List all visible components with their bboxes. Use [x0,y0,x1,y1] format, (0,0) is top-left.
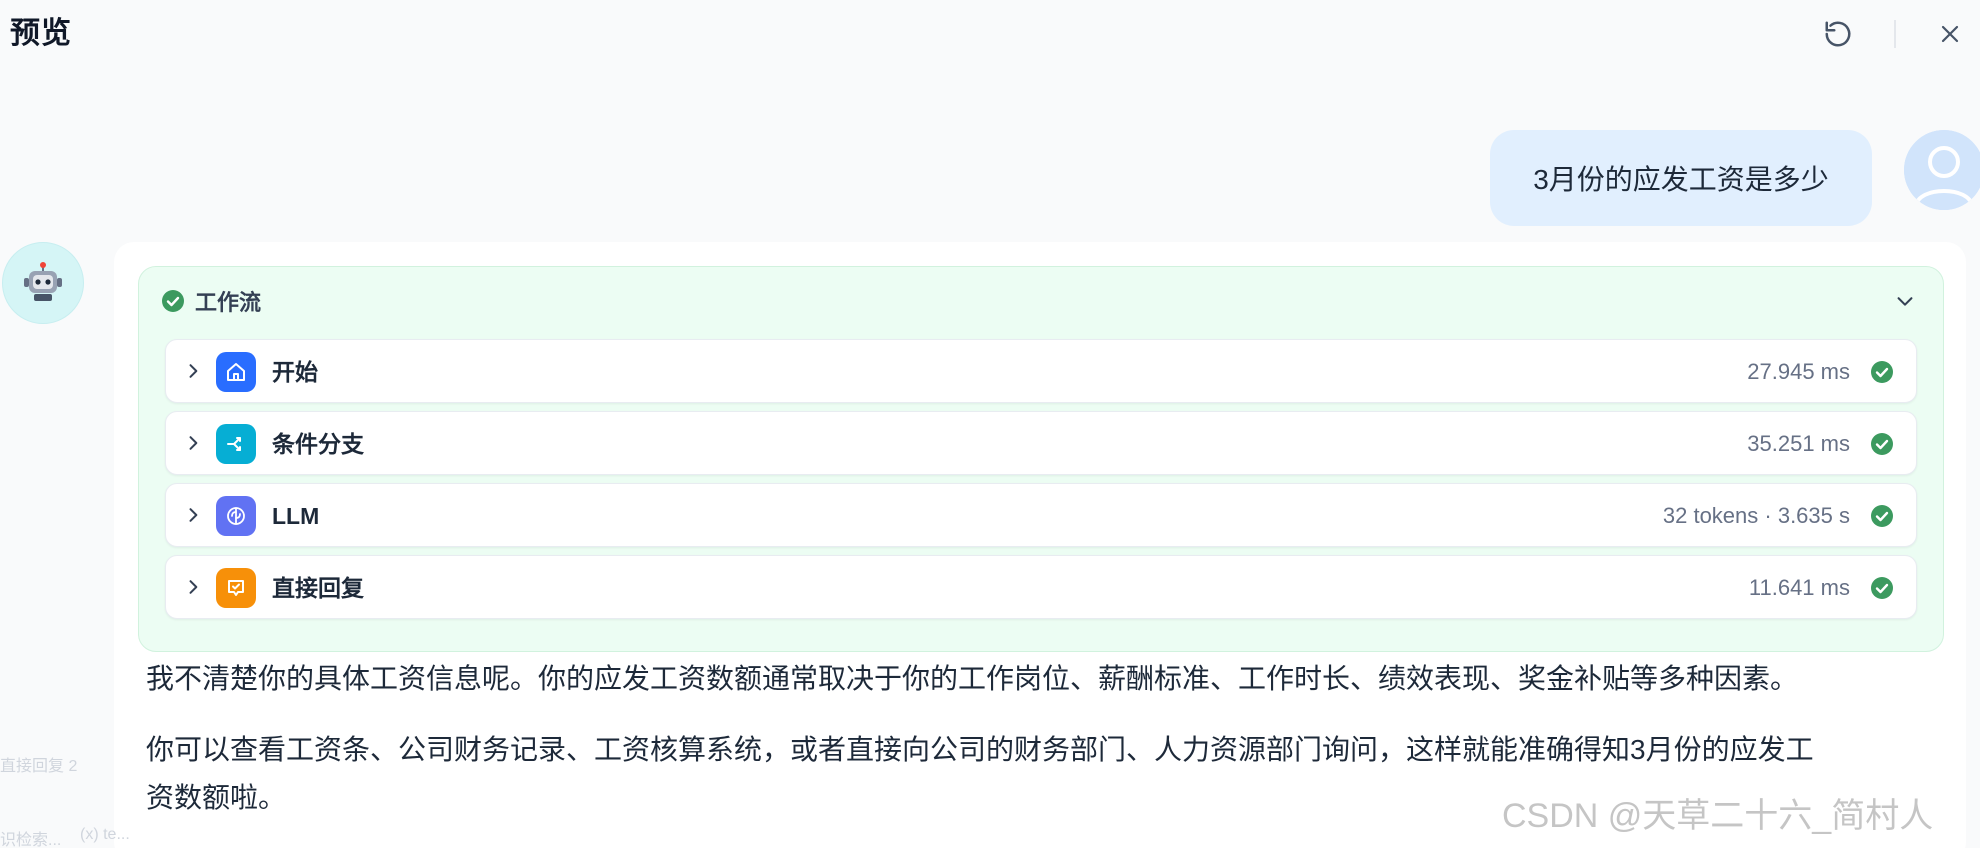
brain-icon [216,496,256,536]
chevron-right-icon[interactable] [178,356,208,386]
chevron-right-icon[interactable] [178,500,208,530]
check-circle-icon [162,290,184,312]
user-message-text: 3月份的应发工资是多少 [1533,164,1829,195]
chevron-down-icon [1897,297,1913,306]
refresh-button[interactable] [1818,14,1858,54]
workflow-node-llm[interactable]: LLM 32 tokens · 3.635 s [165,483,1917,547]
header-divider [1894,20,1896,48]
refresh-icon [1825,21,1851,47]
user-message-bubble: 3月份的应发工资是多少 [1490,130,1872,226]
close-icon [1941,25,1959,43]
chevron-right-icon[interactable] [178,572,208,602]
workflow-title: 工作流 [195,290,262,315]
check-circle-icon [1871,505,1893,527]
page-title: 预览 [10,17,72,50]
workflow-panel: 工作流 开始 27.945 ms 条件分支 35.251 ms LLM 32 t… [138,266,1944,652]
user-avatar-icon [1904,130,1980,210]
workflow-node-reply[interactable]: 直接回复 11.641 ms [165,555,1917,619]
chevron-right-icon[interactable] [178,428,208,458]
home-icon [216,352,256,392]
check-circle-icon [1871,577,1893,599]
node-duration: 11.641 ms [1748,575,1850,600]
check-circle-icon [1871,433,1893,455]
workflow-node-start[interactable]: 开始 27.945 ms [165,339,1917,403]
watermark: CSDN @天草二十六_简村人 [1502,797,1934,835]
answer-paragraph: 你可以查看工资条、公司财务记录、工资核算系统，或者直接向公司的财务部门、人力资源… [146,734,1814,765]
workflow-header[interactable]: 工作流 [161,281,261,321]
node-duration: 32 tokens · 3.635 s [1662,503,1850,528]
robot-icon [24,262,62,301]
workflow-collapse-button[interactable] [1887,283,1923,319]
user-avatar [1904,130,1980,210]
background-node-label: 直接回复 2 [0,758,78,775]
node-duration: 27.945 ms [1747,359,1850,384]
bot-avatar [2,242,84,324]
node-label: 条件分支 [272,431,364,457]
preview-panel: 预览 3月份的应发工资是多少 工作流 开始 27.945 ms 条件分支 35.… [0,0,1980,848]
node-label: 直接回复 [272,575,364,601]
close-button[interactable] [1930,14,1970,54]
answer-paragraph: 我不清楚你的具体工资信息呢。你的应发工资数额通常取决于你的工作岗位、薪酬标准、工… [146,663,1799,694]
node-label: 开始 [272,359,318,385]
branch-icon [216,424,256,464]
workflow-node-condition[interactable]: 条件分支 35.251 ms [165,411,1917,475]
node-label: LLM [272,503,320,529]
reply-icon [216,568,256,608]
node-duration: 35.251 ms [1747,431,1850,456]
background-node-label: (x) te... [80,826,130,843]
check-circle-icon [1871,361,1893,383]
background-node-label: 识检索... [0,832,62,848]
